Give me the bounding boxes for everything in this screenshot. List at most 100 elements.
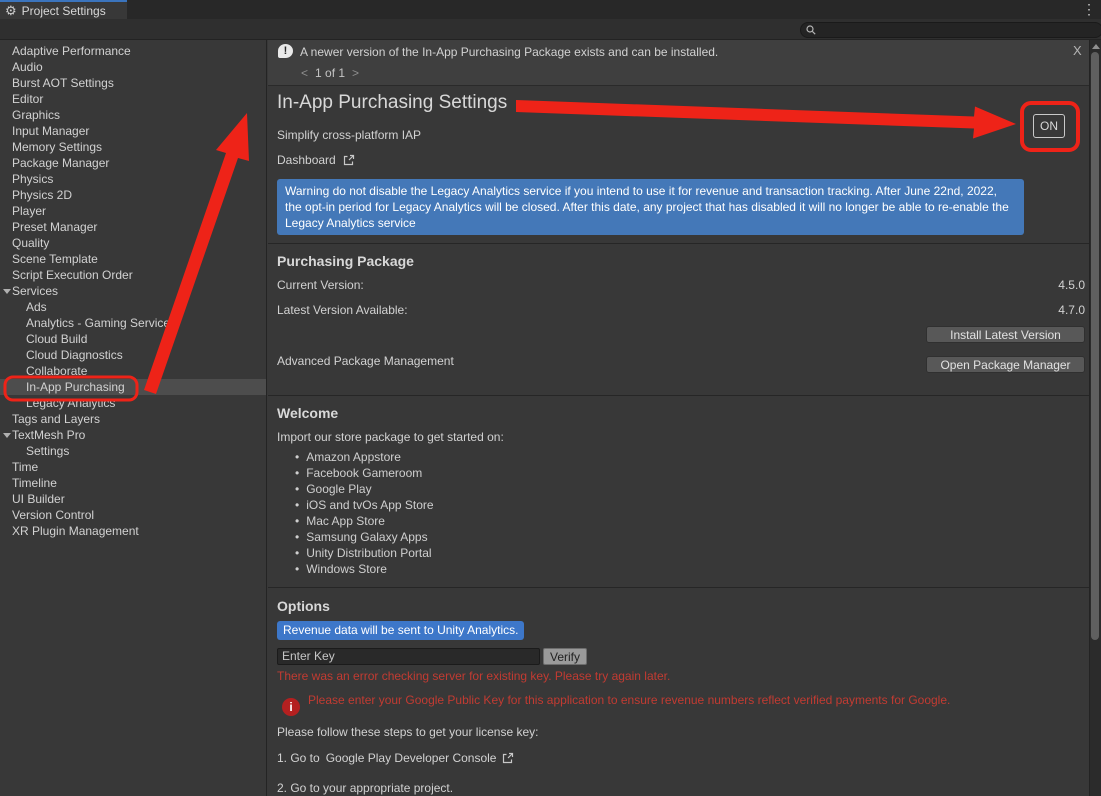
- advanced-package-management-label: Advanced Package Management: [277, 354, 454, 368]
- open-package-manager-button[interactable]: Open Package Manager: [926, 356, 1085, 373]
- sidebar-item-preset-manager[interactable]: Preset Manager: [0, 219, 266, 235]
- scrollbar-thumb[interactable]: [1091, 52, 1099, 640]
- sidebar-item-cloud-diagnostics[interactable]: Cloud Diagnostics: [0, 347, 266, 363]
- current-version-value: 4.5.0: [1058, 278, 1085, 292]
- sidebar-item-timeline[interactable]: Timeline: [0, 475, 266, 491]
- sidebar-item-editor[interactable]: Editor: [0, 91, 266, 107]
- sidebar-item-time[interactable]: Time: [0, 459, 266, 475]
- google-key-warning-text: Please enter your Google Public Key for …: [308, 693, 950, 707]
- foldout-triangle-icon[interactable]: [3, 289, 11, 294]
- sidebar-item-legacy-analytics[interactable]: Legacy Analytics: [0, 395, 266, 411]
- pager-label: 1 of 1: [315, 66, 345, 80]
- sidebar: Adaptive Performance Audio Burst AOT Setti…: [0, 40, 267, 796]
- welcome-intro: Import our store package to get started …: [277, 430, 504, 444]
- main-panel: ! A newer version of the In-App Purchasi…: [268, 40, 1089, 796]
- sidebar-item-xr-plugin-management[interactable]: XR Plugin Management: [0, 523, 266, 539]
- sidebar-item-memory-settings[interactable]: Memory Settings: [0, 139, 266, 155]
- sidebar-item-in-app-purchasing[interactable]: In-App Purchasing: [0, 379, 266, 395]
- notification-bar: ! A newer version of the In-App Purchasi…: [268, 40, 1089, 86]
- sidebar-item-label: Physics: [12, 172, 53, 186]
- sidebar-item-burst-aot-settings[interactable]: Burst AOT Settings: [0, 75, 266, 91]
- purchasing-package-heading: Purchasing Package: [277, 253, 414, 269]
- sidebar-item-adaptive-performance[interactable]: Adaptive Performance: [0, 43, 266, 59]
- pager-next-icon[interactable]: >: [352, 66, 359, 80]
- simplify-iap-label: Simplify cross-platform IAP: [277, 128, 421, 142]
- store-list-item: Samsung Galaxy Apps: [295, 529, 434, 545]
- title-bar: ⚙ Project Settings ⋮: [0, 0, 1101, 19]
- sidebar-item-input-manager[interactable]: Input Manager: [0, 123, 266, 139]
- sidebar-item-label: Legacy Analytics: [26, 396, 115, 410]
- search-field[interactable]: [800, 22, 1101, 38]
- sidebar-item-physics[interactable]: Physics: [0, 171, 266, 187]
- sidebar-item-services[interactable]: Services: [0, 283, 266, 299]
- section-divider: [268, 587, 1089, 588]
- pager-prev-icon[interactable]: <: [301, 66, 308, 80]
- sidebar-item-label: Player: [12, 204, 46, 218]
- search-input[interactable]: [820, 22, 1084, 38]
- sidebar-item-label: Graphics: [12, 108, 60, 122]
- dashboard-link[interactable]: Dashboard: [277, 153, 355, 167]
- tab-project-settings[interactable]: ⚙ Project Settings: [0, 0, 127, 19]
- sidebar-item-label: Analytics - Gaming Services: [26, 316, 176, 330]
- notification-text: A newer version of the In-App Purchasing…: [300, 45, 718, 59]
- google-play-console-link[interactable]: Google Play Developer Console: [326, 751, 497, 765]
- sidebar-item-quality[interactable]: Quality: [0, 235, 266, 251]
- sidebar-item-version-control[interactable]: Version Control: [0, 507, 266, 523]
- section-divider: [268, 395, 1089, 396]
- sidebar-item-analytics-gaming-services[interactable]: Analytics - Gaming Services: [0, 315, 266, 331]
- sidebar-item-settings[interactable]: Settings: [0, 443, 266, 459]
- sidebar-item-script-execution-order[interactable]: Script Execution Order: [0, 267, 266, 283]
- key-check-error-text: There was an error checking server for e…: [277, 669, 670, 683]
- foldout-triangle-icon[interactable]: [3, 433, 11, 438]
- sidebar-item-cloud-build[interactable]: Cloud Build: [0, 331, 266, 347]
- step-2: 2. Go to your appropriate project.: [277, 781, 453, 795]
- legacy-analytics-warning: Warning do not disable the Legacy Analyt…: [277, 179, 1024, 235]
- store-list-item: Amazon Appstore: [295, 449, 434, 465]
- step-1-prefix: 1. Go to: [277, 751, 320, 765]
- sidebar-item-ui-builder[interactable]: UI Builder: [0, 491, 266, 507]
- sidebar-item-label: Audio: [12, 60, 43, 74]
- close-icon[interactable]: X: [1073, 43, 1082, 58]
- store-list-item: Facebook Gameroom: [295, 465, 434, 481]
- sidebar-item-physics-2d[interactable]: Physics 2D: [0, 187, 266, 203]
- latest-version-label: Latest Version Available:: [277, 303, 408, 317]
- sidebar-item-label: Editor: [12, 92, 43, 106]
- step-1: 1. Go to Google Play Developer Console: [277, 751, 514, 765]
- store-list-item: Google Play: [295, 481, 434, 497]
- store-list-item: iOS and tvOs App Store: [295, 497, 434, 513]
- enter-key-input[interactable]: Enter Key: [277, 648, 540, 665]
- sidebar-item-scene-template[interactable]: Scene Template: [0, 251, 266, 267]
- notification-pager: < 1 of 1 >: [301, 66, 359, 80]
- iap-on-toggle[interactable]: ON: [1033, 114, 1065, 138]
- sidebar-item-label: Memory Settings: [12, 140, 102, 154]
- sidebar-item-label: Input Manager: [12, 124, 89, 138]
- sidebar-item-label: Time: [12, 460, 38, 474]
- sidebar-item-audio[interactable]: Audio: [0, 59, 266, 75]
- sidebar-item-label: Burst AOT Settings: [12, 76, 114, 90]
- sidebar-item-player[interactable]: Player: [0, 203, 266, 219]
- external-link-icon: [502, 752, 514, 764]
- verify-button[interactable]: Verify: [543, 648, 587, 665]
- kebab-menu-icon[interactable]: ⋮: [1082, 1, 1096, 17]
- sidebar-item-textmesh-pro[interactable]: TextMesh Pro: [0, 427, 266, 443]
- sidebar-item-graphics[interactable]: Graphics: [0, 107, 266, 123]
- current-version-label: Current Version:: [277, 278, 364, 292]
- sidebar-item-tags-and-layers[interactable]: Tags and Layers: [0, 411, 266, 427]
- sidebar-item-ads[interactable]: Ads: [0, 299, 266, 315]
- sidebar-item-label: Cloud Diagnostics: [26, 348, 123, 362]
- sidebar-item-label: Collaborate: [26, 364, 87, 378]
- sidebar-item-label: Services: [12, 284, 58, 298]
- window-title: Project Settings: [22, 4, 106, 18]
- console-alert-icon: !: [278, 44, 293, 58]
- store-list-item: Mac App Store: [295, 513, 434, 529]
- gear-icon: ⚙: [5, 4, 17, 17]
- sidebar-item-label: Settings: [26, 444, 69, 458]
- scroll-up-icon[interactable]: [1092, 44, 1100, 49]
- sidebar-item-label: Adaptive Performance: [12, 44, 131, 58]
- sidebar-item-package-manager[interactable]: Package Manager: [0, 155, 266, 171]
- sidebar-item-label: In-App Purchasing: [26, 380, 125, 394]
- sidebar-item-label: UI Builder: [12, 492, 65, 506]
- error-info-icon: i: [282, 698, 300, 716]
- sidebar-item-collaborate[interactable]: Collaborate: [0, 363, 266, 379]
- install-latest-version-button[interactable]: Install Latest Version: [926, 326, 1085, 343]
